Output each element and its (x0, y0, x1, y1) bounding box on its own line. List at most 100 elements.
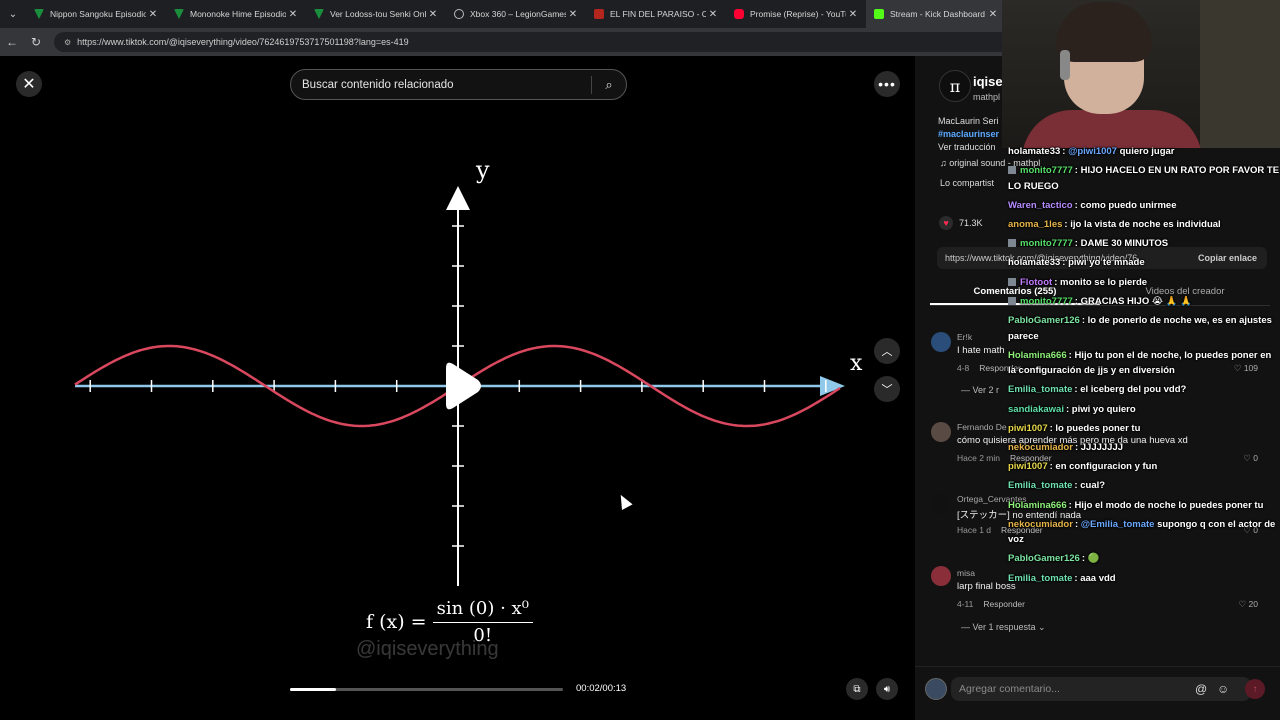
send-icon[interactable]: ↑ (1245, 679, 1265, 699)
chat-username: Emilia_tomate (1008, 384, 1073, 396)
view-replies-label: Ver 1 respuesta ⌄ (972, 622, 1046, 632)
close-tab-icon[interactable]: ✕ (986, 9, 1000, 20)
close-tab-icon[interactable]: ✕ (846, 9, 860, 20)
user-avatar[interactable] (925, 678, 947, 700)
comment-date: Hace 1 d (957, 525, 992, 535)
browser-tab[interactable]: Stream - Kick Dashboard ✕ (866, 0, 1006, 28)
chat-mention: @Emilia_tomate (1080, 518, 1155, 530)
streamer-webcam (1002, 0, 1280, 148)
search-placeholder: Buscar contenido relacionado (302, 78, 454, 91)
comment-author[interactable]: Er!k (957, 332, 972, 342)
chat-message: Flotoot: monito se lo pierde (1008, 275, 1280, 291)
time-display: 00:02/00:13 (576, 683, 627, 694)
comment-avatar[interactable] (931, 422, 951, 442)
comment-date: 4-8 (957, 363, 970, 373)
webcam-person-body (1022, 110, 1202, 148)
close-tab-icon[interactable]: ✕ (706, 9, 720, 20)
close-tab-icon[interactable]: ✕ (566, 9, 580, 20)
comment-text: larp final boss (957, 581, 1016, 592)
comment-meta: 4-11 Responder (957, 599, 1025, 609)
comment-date: Hace 2 min (957, 453, 1000, 463)
floating-player-icon[interactable]: ⧉ (846, 678, 868, 700)
site-info-icon[interactable]: ⚙ (64, 38, 71, 47)
next-video-icon[interactable]: ﹀ (874, 376, 900, 402)
emoji-icon[interactable]: ☺ (1217, 682, 1229, 696)
comment-like-count: 20 (1248, 599, 1258, 609)
tab-title: Xbox 360 – LegionGamesGa (470, 9, 566, 19)
globe-icon (454, 9, 464, 19)
chat-text: GRACIAS HIJO 😭 🙏 🙏 (1080, 295, 1192, 307)
chat-message: Holamina666: Hijo tu pon el de noche, lo… (1008, 348, 1280, 379)
browser-tab[interactable]: Promise (Reprise) - YouTube✕ (726, 0, 866, 28)
creator-nickname: mathpl (973, 92, 1001, 102)
related-search-input[interactable]: Buscar contenido relacionado ⌕ (290, 69, 627, 100)
more-options-icon[interactable]: ••• (874, 71, 900, 97)
comment-avatar[interactable] (931, 332, 951, 352)
chat-username: holamate33 (1008, 146, 1061, 157)
like-count: 71.3K (959, 218, 983, 228)
comment-avatar[interactable] (931, 494, 951, 514)
chat-message: PabloGamer126: 🟢 (1008, 551, 1280, 567)
chat-username: PabloGamer126 (1008, 315, 1080, 326)
creator-username[interactable]: iqise (973, 74, 1003, 89)
browser-tab[interactable]: Mononoke Hime Episodio 1 ✕ (166, 0, 306, 28)
comment-avatar[interactable] (931, 566, 951, 586)
search-icon[interactable]: ⌕ (592, 77, 626, 93)
back-icon[interactable]: ← (0, 35, 24, 49)
chat-text: cual? (1080, 480, 1106, 492)
chat-message: holamate33: piwi yo te mnade (1008, 255, 1280, 271)
chat-message: sandiakawai: piwi yo quiero (1008, 402, 1280, 418)
heart-icon[interactable]: ♥ (939, 216, 953, 230)
close-tab-icon[interactable]: ✕ (146, 9, 160, 20)
chat-message: Emilia_tomate: el iceberg del pou vdd? (1008, 382, 1280, 398)
close-tab-icon[interactable]: ✕ (286, 9, 300, 20)
browser-tab[interactable]: Nippon Sangoku Episodio 3 ✕ (26, 0, 166, 28)
view-replies-button[interactable]: — Ver 2 r (961, 385, 999, 395)
chat-message: piwi1007: lo puedes poner tu (1008, 421, 1280, 437)
comment-likes[interactable]: ♡ 20 (1239, 599, 1258, 610)
creator-avatar[interactable]: π (939, 70, 971, 102)
mention-icon[interactable]: @ (1195, 682, 1207, 696)
url-text: https://www.tiktok.com/@iqiseverything/v… (77, 37, 409, 47)
video-stage[interactable]: yx ✕ Buscar contenido relacionado ⌕ ••• … (0, 56, 915, 720)
webcam-person-hair (1056, 2, 1152, 62)
view-replies-button[interactable]: — Ver 1 respuesta ⌄ (961, 622, 1046, 633)
comment-author[interactable]: misa (957, 568, 975, 578)
chat-username: Flotoot (1020, 276, 1053, 288)
previous-video-icon[interactable]: ︿ (874, 338, 900, 364)
y-axis-label: y (475, 156, 490, 184)
comment-date: 4-11 (957, 599, 974, 609)
chat-username: nekocumiador (1008, 518, 1073, 530)
chat-message: Emilia_tomate: cual? (1008, 478, 1280, 494)
chat-text: como puedo unirmee (1080, 199, 1177, 211)
comment-author[interactable]: Fernando De (957, 422, 1007, 432)
chat-username: PabloGamer126 (1008, 553, 1080, 565)
reload-icon[interactable]: ↻ (24, 35, 48, 49)
tab-title: Promise (Reprise) - YouTube (750, 9, 846, 19)
see-translation-link[interactable]: Ver traducción (938, 141, 999, 154)
description-text: MacLaurin Seri (938, 116, 999, 126)
volume-icon[interactable]: 🔊︎ (876, 678, 898, 700)
video-description: MacLaurin Seri #maclaurinser Ver traducc… (938, 115, 999, 154)
reply-button[interactable]: Responder (983, 599, 1025, 609)
close-icon[interactable]: ✕ (16, 71, 42, 97)
browser-tab[interactable]: Xbox 360 – LegionGamesGa✕ (446, 0, 586, 28)
chat-username: piwi1007 (1008, 461, 1048, 473)
chat-text: aaa vdd (1080, 572, 1116, 584)
hashtag-link[interactable]: #maclaurinser (938, 128, 999, 141)
chat-message: PabloGamer126: lo de ponerlo de noche we… (1008, 313, 1280, 344)
browser-tab[interactable]: EL FIN DEL PARAISO - CAPÍTU✕ (586, 0, 726, 28)
formula-numerator: sin (0) · x⁰ (432, 598, 533, 623)
chat-message: monito7777: DAME 30 MINUTOS (1008, 236, 1280, 252)
chat-message: Emilia_tomate: aaa vdd (1008, 571, 1280, 587)
chat-text: quiero jugar (1119, 146, 1175, 157)
tab-search-icon[interactable]: ⌄ (0, 0, 26, 28)
close-tab-icon[interactable]: ✕ (426, 9, 440, 20)
progress-bar[interactable] (290, 688, 563, 691)
anime-site-icon (314, 9, 324, 19)
view-replies-label: Ver 2 r (972, 385, 1000, 395)
browser-tab[interactable]: Ver Lodoss-tou Senki Online✕ (306, 0, 446, 28)
chat-username: piwi1007 (1008, 422, 1048, 434)
address-bar[interactable]: ⚙ https://www.tiktok.com/@iqiseverything… (54, 32, 1014, 52)
play-icon (446, 362, 481, 410)
